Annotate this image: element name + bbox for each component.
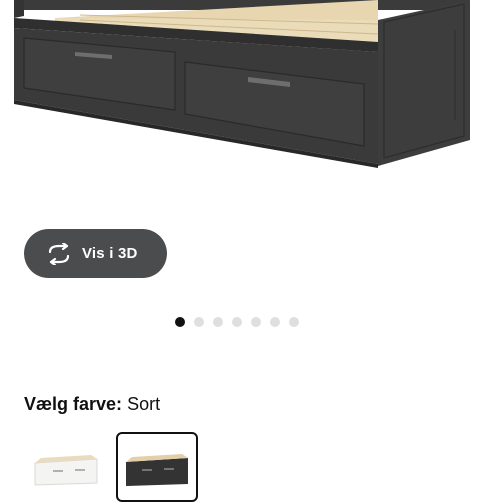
daybed-with-drawers-image (14, 0, 470, 168)
carousel-dot-4[interactable] (232, 317, 242, 327)
carousel-dot-2[interactable] (194, 317, 204, 327)
carousel-dot-6[interactable] (270, 317, 280, 327)
carousel-dot-1[interactable] (175, 317, 185, 327)
color-option-white[interactable] (26, 432, 108, 502)
black-daybed-swatch (126, 454, 188, 486)
selected-color-value: Sort (127, 394, 161, 414)
color-prompt-label: Vælg farve: (24, 394, 123, 414)
carousel-dot-7[interactable] (289, 317, 299, 327)
carousel-dot-5[interactable] (251, 317, 261, 327)
carousel-dot-3[interactable] (213, 317, 223, 327)
carousel-pagination (175, 317, 299, 327)
view-3d-button[interactable]: Vis i 3D (24, 229, 167, 278)
white-daybed-swatch (34, 455, 98, 486)
color-option-black[interactable] (116, 432, 198, 502)
color-selection-heading: Vælg farve: Sort (24, 393, 160, 415)
view-3d-label: Vis i 3D (82, 245, 138, 262)
product-image[interactable] (0, 0, 480, 232)
rotate-arrows-icon (46, 241, 72, 266)
